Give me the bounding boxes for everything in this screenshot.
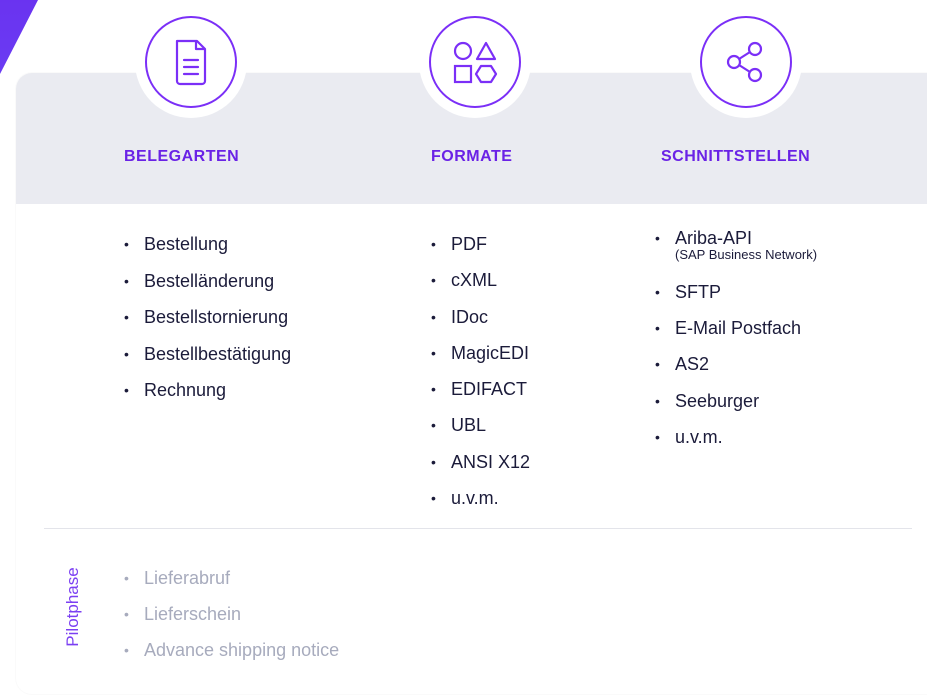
list-item: ANSI X12: [431, 444, 530, 481]
formate-list: PDF cXML IDoc MagicEDI EDIFACT UBL ANSI …: [431, 226, 530, 517]
belegarten-icon-badge: [139, 10, 243, 114]
list-item: AS2: [655, 346, 817, 382]
pilot-list: Lieferabruf Lieferschein Advance shippin…: [124, 560, 339, 668]
schnittstellen-icon-badge: [694, 10, 798, 114]
share-icon: [726, 41, 763, 83]
column-title-schnittstellen: SCHNITTSTELLEN: [661, 148, 811, 165]
list-item: Bestellbestätigung: [124, 336, 291, 373]
document-icon: [175, 39, 207, 86]
list-item: u.v.m.: [655, 419, 817, 455]
list-item-label: Ariba-API: [675, 228, 753, 248]
list-item: Lieferschein: [124, 596, 339, 632]
list-item: IDoc: [431, 299, 530, 336]
belegarten-list: Bestellung Bestelländerung Bestellstorni…: [124, 226, 291, 409]
list-item: E-Mail Postfach: [655, 310, 817, 346]
list-item: Lieferabruf: [124, 560, 339, 596]
shapes-icon: [453, 41, 498, 84]
schnittstellen-list: Ariba-API (SAP Business Network) SFTP E-…: [655, 226, 817, 455]
list-item: UBL: [431, 407, 530, 444]
list-item: Seeburger: [655, 383, 817, 419]
list-item: Bestellstornierung: [124, 299, 291, 336]
column-title-formate: FORMATE: [431, 148, 513, 165]
list-item: Bestellung: [124, 226, 291, 263]
list-item: PDF: [431, 226, 530, 263]
column-title-belegarten: BELEGARTEN: [124, 148, 240, 165]
list-item: MagicEDI: [431, 335, 530, 372]
list-item: Rechnung: [124, 372, 291, 409]
list-item: cXML: [431, 262, 530, 299]
pilot-phase-label: Pilotphase: [63, 567, 82, 647]
list-item: Advance shipping notice: [124, 632, 339, 668]
list-item: EDIFACT: [431, 371, 530, 408]
list-item-sublabel: (SAP Business Network): [675, 247, 818, 262]
section-divider: [44, 528, 912, 529]
formate-icon-badge: [423, 10, 527, 114]
list-item: Ariba-API (SAP Business Network): [655, 226, 817, 274]
list-item: u.v.m.: [431, 480, 530, 517]
list-item: Bestelländerung: [124, 263, 291, 300]
list-item: SFTP: [655, 274, 817, 310]
